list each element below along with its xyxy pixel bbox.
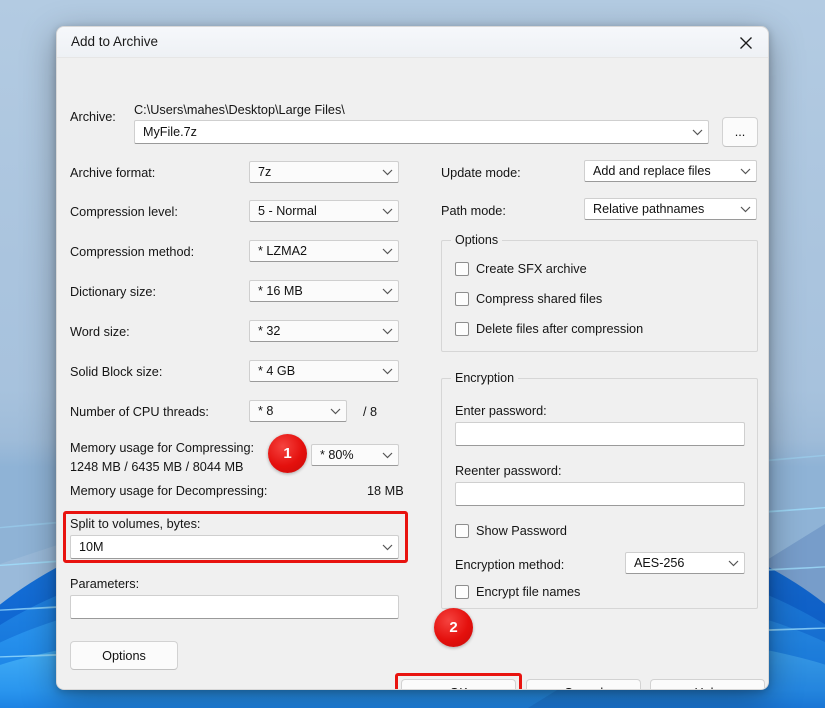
options-group-title: Options	[451, 233, 503, 247]
path-mode-combo[interactable]: Relative pathnames	[584, 198, 757, 220]
compression-method-value: * LZMA2	[258, 244, 307, 258]
archive-filename-combo[interactable]: MyFile.7z	[134, 120, 709, 144]
cpu-threads-total: / 8	[363, 405, 378, 419]
update-mode-label: Update mode:	[441, 166, 521, 180]
cpu-threads-value: * 8	[258, 404, 274, 418]
archive-format-label: Archive format:	[70, 166, 156, 180]
archive-format-combo[interactable]: 7z	[249, 161, 399, 183]
memory-usage-value: * 80%	[320, 448, 354, 462]
dialog-body: Archive: C:\Users\mahes\Desktop\Large Fi…	[57, 58, 768, 689]
enter-password-label: Enter password:	[455, 404, 547, 418]
checkbox-create-sfx-archive[interactable]: Create SFX archive	[455, 262, 587, 276]
compression-method-combo[interactable]: * LZMA2	[249, 240, 399, 262]
chevron-down-icon	[734, 206, 756, 213]
checkbox-compress-shared-files[interactable]: Compress shared files	[455, 292, 602, 306]
ok-button[interactable]: OK	[401, 679, 516, 689]
chevron-down-icon	[324, 408, 346, 415]
reenter-password-label: Reenter password:	[455, 464, 562, 478]
annotation-step-1: 1	[268, 434, 307, 473]
path-mode-value: Relative pathnames	[593, 202, 705, 216]
checkbox-label: Compress shared files	[476, 292, 603, 306]
archive-label: Archive:	[70, 110, 116, 124]
compression-level-combo[interactable]: 5 - Normal	[249, 200, 399, 222]
checkbox-label: Create SFX archive	[476, 262, 587, 276]
chevron-down-icon	[376, 452, 398, 459]
dialog-title: Add to Archive	[71, 34, 159, 49]
enter-password-input[interactable]	[455, 422, 745, 446]
cpu-threads-combo[interactable]: * 8	[249, 400, 347, 422]
archive-format-value: 7z	[258, 165, 272, 179]
checkbox-show-password[interactable]: Show Password	[455, 524, 567, 538]
checkbox-label: Delete files after compression	[476, 322, 644, 336]
word-size-value: * 32	[258, 324, 281, 338]
checkbox-encrypt-file-names[interactable]: Encrypt file names	[455, 585, 580, 599]
chevron-down-icon	[376, 368, 398, 375]
encryption-group-title: Encryption	[451, 371, 519, 385]
annotation-step-2: 2	[434, 608, 473, 647]
add-to-archive-dialog: Add to Archive Archive: C:\Users\mahes\D…	[56, 26, 769, 690]
solid-block-size-value: * 4 GB	[258, 364, 296, 378]
chevron-down-icon	[376, 169, 398, 176]
memory-compress-label: Memory usage for Compressing:	[70, 441, 255, 455]
memory-compress-detail: 1248 MB / 6435 MB / 8044 MB	[70, 460, 244, 474]
solid-block-size-label: Solid Block size:	[70, 365, 163, 379]
checkbox-icon	[455, 524, 469, 538]
chevron-down-icon	[376, 544, 398, 551]
cancel-button[interactable]: Cancel	[526, 679, 641, 689]
checkbox-label: Encrypt file names	[476, 585, 581, 599]
parameters-input[interactable]	[70, 595, 399, 619]
checkbox-delete-files-after-compression[interactable]: Delete files after compression	[455, 322, 643, 336]
word-size-combo[interactable]: * 32	[249, 320, 399, 342]
dictionary-size-combo[interactable]: * 16 MB	[249, 280, 399, 302]
dictionary-size-label: Dictionary size:	[70, 285, 157, 299]
chevron-down-icon	[734, 168, 756, 175]
memory-decompress-value: 18 MB	[367, 484, 404, 498]
solid-block-size-combo[interactable]: * 4 GB	[249, 360, 399, 382]
parameters-label: Parameters:	[70, 577, 140, 591]
path-mode-label: Path mode:	[441, 204, 506, 218]
encryption-method-label: Encryption method:	[455, 558, 565, 572]
options-button[interactable]: Options	[70, 641, 178, 670]
update-mode-value: Add and replace files	[593, 164, 711, 178]
help-button[interactable]: Help	[650, 679, 765, 689]
encryption-method-value: AES-256	[634, 556, 685, 570]
checkbox-icon	[455, 322, 469, 336]
dictionary-size-value: * 16 MB	[258, 284, 303, 298]
checkbox-label: Show Password	[476, 524, 567, 538]
chevron-down-icon	[686, 129, 708, 136]
split-volumes-label: Split to volumes, bytes:	[70, 517, 201, 531]
close-icon[interactable]	[723, 27, 768, 58]
chevron-down-icon	[376, 248, 398, 255]
browse-button[interactable]: ...	[722, 117, 758, 147]
checkbox-icon	[455, 262, 469, 276]
checkbox-icon	[455, 585, 469, 599]
chevron-down-icon	[376, 208, 398, 215]
compression-method-label: Compression method:	[70, 245, 195, 259]
memory-usage-combo[interactable]: * 80%	[311, 444, 399, 466]
chevron-down-icon	[376, 328, 398, 335]
chevron-down-icon	[376, 288, 398, 295]
word-size-label: Word size:	[70, 325, 130, 339]
archive-filename-value: MyFile.7z	[143, 125, 197, 139]
dialog-titlebar: Add to Archive	[57, 27, 768, 58]
update-mode-combo[interactable]: Add and replace files	[584, 160, 757, 182]
chevron-down-icon	[722, 560, 744, 567]
checkbox-icon	[455, 292, 469, 306]
encryption-method-combo[interactable]: AES-256	[625, 552, 745, 574]
compression-level-value: 5 - Normal	[258, 204, 317, 218]
cpu-threads-label: Number of CPU threads:	[70, 405, 209, 419]
reenter-password-input[interactable]	[455, 482, 745, 506]
split-volumes-combo[interactable]: 10M	[70, 535, 399, 559]
memory-decompress-label: Memory usage for Decompressing:	[70, 484, 268, 498]
archive-path-text: C:\Users\mahes\Desktop\Large Files\	[134, 103, 345, 117]
split-volumes-value: 10M	[79, 540, 104, 554]
compression-level-label: Compression level:	[70, 205, 178, 219]
